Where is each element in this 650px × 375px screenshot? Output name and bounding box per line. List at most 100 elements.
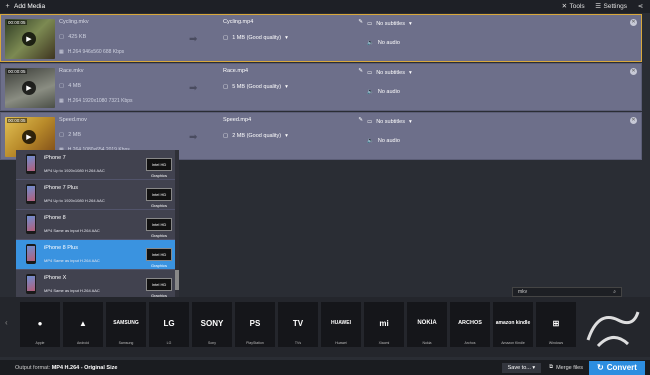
output-quality[interactable]: 2 MB (Good quality) [232,133,281,139]
chevron-left-icon[interactable]: ‹ [5,318,8,327]
remove-file-icon[interactable]: ✕ [630,117,637,124]
add-media-button[interactable]: + Add Media [0,3,49,10]
video-thumbnail[interactable]: 00:00:05 ▶ [5,68,55,108]
save-to-label: Save to... [507,364,531,371]
chevron-down-icon[interactable]: ▾ [285,35,288,41]
duration-label: 00:00:05 [7,118,27,123]
subtitles-select[interactable]: ▭ No subtitles ▾ [367,117,412,127]
chevron-down-icon[interactable]: ▾ [285,133,288,139]
output-quality[interactable]: 5 MB (Good quality) [232,84,281,90]
device-label: PlayStation [246,341,264,345]
speaker-icon: 🔈 [367,138,374,144]
preset-name: iPhone 7 [44,155,66,161]
device-tab-nokia[interactable]: NOKIA Nokia [407,302,447,347]
merge-files-toggle[interactable]: ⧉ Merge files [549,364,583,371]
device-tab-sony[interactable]: SONY Sony [192,302,232,347]
output-format-value: MP4 H.264 - Original Size [51,364,118,371]
chevron-down-icon: ▾ [408,119,412,125]
merge-label: Merge files [556,364,583,371]
wrench-icon: ✕ [561,3,568,10]
subtitles-icon: ▭ [367,70,373,76]
preset-item[interactable]: iPhone 7 Plus MP4 Up to 1920x1080 H.264 … [16,180,177,210]
preset-item[interactable]: iPhone X MP4 Same as input H.264 AAC Int… [16,270,177,298]
phone-icon [26,214,36,234]
video-thumbnail[interactable]: 00:00:05 ▶ [5,19,55,59]
file-icon: ▢ [59,34,65,40]
subtitles-select[interactable]: ▭ No subtitles ▾ [367,19,412,29]
save-to-button[interactable]: Save to... ▾ [501,362,542,373]
file-icon: ▢ [223,35,229,41]
tools-button[interactable]: ✕ Tools [561,3,585,10]
preset-item-selected[interactable]: iPhone 8 Plus MP4 Same as input H.264 AA… [16,240,177,270]
xiaomi-logo: mi [379,318,389,328]
device-tab-apple[interactable]: ● Apple [20,302,60,347]
bottom-bar: Output format: MP4 H.264 - Original Size… [0,360,650,375]
source-filename: Speed.mov [59,117,87,123]
device-label: Huawei [335,341,347,345]
subtitles-select[interactable]: ▭ No subtitles ▾ [367,68,412,78]
device-tab-tvs[interactable]: TV TVs [278,302,318,347]
convert-button[interactable]: ↻ Convert [589,360,645,375]
file-row[interactable]: 00:00:05 ▶ Cycling.mkv ▢ 425 KB ▦ H.264 94… [0,14,642,62]
phone-icon [26,154,36,174]
convert-icon: ↻ [597,363,604,372]
device-label: Amazon Kindle [501,341,525,345]
intel-badge: Intel HD Graphics [146,248,172,268]
remove-file-icon[interactable]: ✕ [630,68,637,75]
preset-list: iPhone 7 MP4 Up to 1920x1080 H.264 AAC I… [16,150,178,298]
device-label: LG [166,341,172,345]
android-icon: ▲ [79,318,87,328]
intel-badge: Intel HD Graphics [146,218,172,238]
chevron-down-icon: ▾ [408,21,412,27]
nokia-logo: NOKIA [417,320,437,326]
subtitles-value: No subtitles [376,21,405,27]
device-tab-samsung[interactable]: SAMSUNG Samsung [106,302,146,347]
source-filename: Cycling.mkv [59,19,89,25]
audio-select[interactable]: 🔈 No audio [367,87,412,97]
search-value: mkv [518,289,528,295]
device-tab-huawei[interactable]: HUAWEI Huawei [321,302,361,347]
device-label: Windows [548,341,564,345]
device-tab-playstation[interactable]: PS PlayStation [235,302,275,347]
play-icon[interactable]: ▶ [22,81,36,95]
menu-icon: ☰ [595,3,602,10]
output-filename[interactable]: Race.mp4 [223,68,248,74]
preset-item[interactable]: iPhone 8 MP4 Same as input H.264 AAC Int… [16,210,177,240]
source-filename: Race.mkv [59,68,84,74]
remove-file-icon[interactable]: ✕ [630,19,637,26]
play-icon[interactable]: ▶ [22,32,36,46]
device-tab-xiaomi[interactable]: mi Xiaomi [364,302,404,347]
audio-select[interactable]: 🔈 No audio [367,38,412,48]
format-search-input[interactable]: mkv ⌕ [512,287,622,297]
device-tab-archos[interactable]: ARCHOS Archos [450,302,490,347]
speaker-icon: 🔈 [367,89,374,95]
output-format[interactable]: Output format: MP4 H.264 - Original Size [0,365,117,371]
play-icon[interactable]: ▶ [22,130,36,144]
file-icon: ▢ [59,132,65,138]
chevron-down-icon[interactable]: ▾ [285,84,288,90]
edit-icon[interactable]: ✎ [358,68,363,74]
edit-icon[interactable]: ✎ [358,19,363,25]
share-icon[interactable]: ⋖ [637,3,644,10]
kindle-logo: amazon kindle [495,320,531,326]
arrow-right-icon: ➡ [189,34,198,45]
preset-item[interactable]: iPhone 7 MP4 Up to 1920x1080 H.264 AAC I… [16,150,177,180]
device-tab-lg[interactable]: LG LG [149,302,189,347]
edit-icon[interactable]: ✎ [358,117,363,123]
device-tab-android[interactable]: ▲ Android [63,302,103,347]
preset-specs: MP4 Same as input H.264 AAC [44,288,100,293]
intel-badge: Intel HD Graphics [146,278,172,298]
output-format-label: Output format: [15,364,51,371]
preset-specs: MP4 Same as input H.264 AAC [44,258,100,263]
output-filename[interactable]: Speed.mp4 [223,117,251,123]
settings-button[interactable]: ☰ Settings [595,3,627,10]
output-quality[interactable]: 1 MB (Good quality) [232,35,281,41]
device-label: Sony [208,341,216,345]
device-tab-windows[interactable]: ⊞ Windows [536,302,576,347]
output-filename[interactable]: Cycling.mp4 [223,19,253,25]
preset-scrollbar[interactable] [175,150,179,298]
file-row[interactable]: 00:00:05 ▶ Race.mkv ▢ 4 MB ▦ H.264 1920x10… [0,63,642,111]
device-tab-kindle[interactable]: amazon kindle Amazon Kindle [493,302,533,347]
samsung-logo: SAMSUNG [113,320,139,326]
audio-select[interactable]: 🔈 No audio [367,136,412,146]
